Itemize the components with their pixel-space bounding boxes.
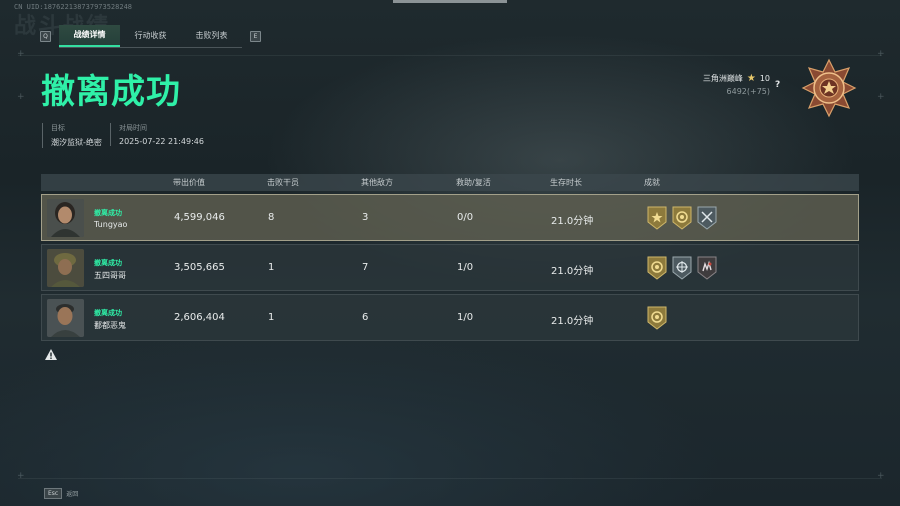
survival-cell: 21.0分钟 [551, 316, 594, 327]
gold-star-shield-icon[interactable] [647, 206, 667, 230]
other-cell: 6 [362, 312, 369, 323]
scoreboard-table: 带出价值 击败干员 其他敌方 救助/复活 生存时长 成就 撤离成功 Tungya… [41, 174, 859, 341]
status-label: 撤离成功 [94, 209, 122, 217]
tab-kill-list[interactable]: 击败列表 [181, 25, 242, 47]
table-row[interactable]: 撤离成功 Tungyao 4,599,046 8 3 0/0 21.0分钟 [41, 194, 859, 241]
table-header: 带出价值 击败干员 其他敌方 救助/复活 生存时长 成就 [41, 174, 859, 191]
status-label: 撤离成功 [94, 259, 122, 267]
revive-cell: 1/0 [457, 312, 474, 323]
revive-cell: 0/0 [457, 212, 474, 223]
header-revive: 救助/复活 [456, 178, 491, 187]
meta-time: 对局时间 2025-07-22 21:49:46 [110, 123, 204, 146]
achievements [647, 306, 667, 330]
tabs: 战绩详情 行动收获 击败列表 [59, 24, 242, 48]
top-indicator [393, 0, 507, 3]
star-icon: ★ [746, 73, 756, 84]
value-cell: 3,505,665 [174, 262, 225, 273]
target-value: 潮汐监狱-绝密 [51, 138, 102, 147]
time-value: 2025-07-22 21:49:46 [119, 137, 204, 146]
player-avatar [47, 249, 84, 287]
rank-name: 三角洲巅峰 [702, 74, 743, 83]
tab-bar: Q 战绩详情 行动收获 击败列表 E [40, 24, 261, 48]
table-row[interactable]: 撤离成功 五四哥哥 3,505,665 1 7 1/0 21.0分钟 [41, 244, 859, 291]
survival-cell: 21.0分钟 [551, 266, 594, 277]
header-value: 带出价值 [173, 178, 205, 187]
kills-cell: 1 [268, 262, 275, 273]
rank-info: 三角洲巅峰 ★ 10 6492(+75) [703, 73, 770, 96]
corner-cross: + [17, 49, 25, 59]
back-button[interactable]: Esc 返回 [44, 488, 78, 499]
value-cell: 2,606,404 [174, 312, 225, 323]
rank-score: 6492(+75) [726, 87, 770, 96]
corner-cross: + [17, 92, 25, 102]
player-name: Tungyao [94, 220, 128, 229]
tab-match-details[interactable]: 战绩详情 [59, 24, 120, 47]
player-name: 五四哥哥 [94, 271, 126, 280]
header-survival: 生存时长 [550, 178, 582, 187]
gold-ring-shield-icon[interactable] [647, 306, 667, 330]
player-avatar [47, 199, 84, 237]
rank-stars: 10 [759, 74, 770, 83]
frame-line-top [18, 55, 882, 56]
time-label: 对局时间 [119, 124, 147, 132]
kills-cell: 1 [268, 312, 275, 323]
value-cell: 4,599,046 [174, 212, 225, 223]
help-icon[interactable]: ? [775, 80, 780, 90]
dark-hand-shield-icon[interactable] [697, 256, 717, 280]
frame-line-bottom [18, 478, 882, 479]
tab-operation-loot[interactable]: 行动收获 [120, 25, 181, 47]
gold-ring-shield-icon[interactable] [672, 206, 692, 230]
corner-cross: + [877, 49, 885, 59]
back-label: 返回 [66, 491, 79, 498]
table-row[interactable]: 撤离成功 鄱都恶鬼 2,606,404 1 6 1/0 21.0分钟 [41, 294, 859, 341]
meta-target: 目标 潮汐监狱-绝密 [42, 123, 102, 148]
player-avatar [47, 299, 84, 337]
other-cell: 3 [362, 212, 369, 223]
esc-key: Esc [44, 488, 63, 499]
corner-cross: + [17, 471, 25, 481]
achievements [647, 206, 717, 230]
player-name: 鄱都恶鬼 [94, 321, 126, 330]
rank-badge-icon [801, 58, 857, 118]
survival-cell: 21.0分钟 [551, 216, 594, 227]
steel-swords-shield-icon[interactable] [697, 206, 717, 230]
result-title: 撤离成功 [41, 72, 181, 112]
achievements [647, 256, 717, 280]
warning-icon[interactable] [44, 348, 58, 361]
prev-tab-key[interactable]: Q [40, 30, 51, 42]
corner-cross: + [877, 471, 885, 481]
steel-emblem-shield-icon[interactable] [672, 256, 692, 280]
revive-cell: 1/0 [457, 262, 474, 273]
gold-ring-shield-icon[interactable] [647, 256, 667, 280]
target-label: 目标 [51, 124, 65, 132]
header-other: 其他敌方 [361, 178, 393, 187]
status-label: 撤离成功 [94, 309, 122, 317]
header-kills: 击败干员 [267, 178, 299, 187]
header-achievements: 成就 [644, 178, 660, 187]
next-tab-key[interactable]: E [250, 30, 261, 42]
other-cell: 7 [362, 262, 369, 273]
corner-cross: + [877, 92, 885, 102]
kills-cell: 8 [268, 212, 275, 223]
